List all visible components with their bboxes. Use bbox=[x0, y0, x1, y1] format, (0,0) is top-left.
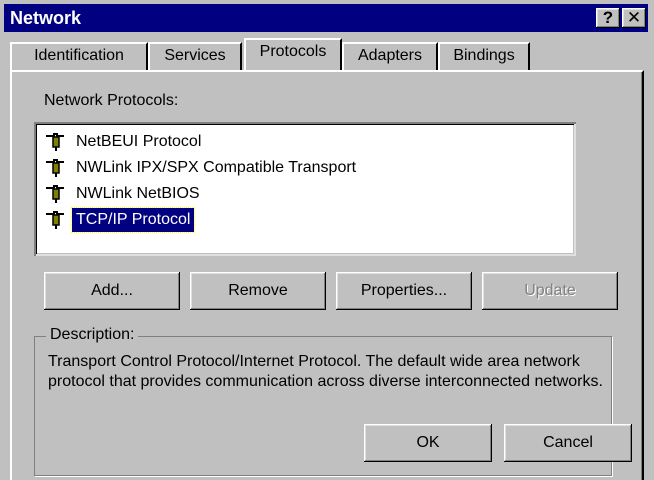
protocols-list[interactable]: NetBEUI Protocol NWLink IPX/SPX Compatib… bbox=[34, 122, 576, 256]
list-item-label: NWLink IPX/SPX Compatible Transport bbox=[76, 159, 357, 176]
cancel-button[interactable]: Cancel bbox=[504, 424, 632, 462]
tab-protocols[interactable]: Protocols bbox=[244, 38, 342, 70]
properties-button-label: Properties... bbox=[360, 282, 448, 299]
network-protocol-icon bbox=[46, 133, 64, 151]
network-protocol-icon bbox=[46, 159, 64, 177]
list-item-label: TCP/IP Protocol bbox=[70, 207, 196, 233]
tab-identification[interactable]: Identification bbox=[10, 42, 148, 70]
add-button[interactable]: Add... bbox=[44, 272, 180, 310]
tab-label: Protocols bbox=[259, 43, 327, 60]
tab-adapters[interactable]: Adapters bbox=[342, 42, 438, 70]
list-item-label: NWLink NetBIOS bbox=[76, 185, 200, 202]
list-item-label: NetBEUI Protocol bbox=[76, 133, 202, 150]
cancel-button-label: Cancel bbox=[543, 434, 593, 451]
close-button[interactable]: ✕ bbox=[622, 8, 646, 28]
network-dialog: Network ? ✕ Identification Services Prot… bbox=[0, 0, 654, 480]
tab-bindings[interactable]: Bindings bbox=[438, 42, 530, 70]
help-button[interactable]: ? bbox=[596, 8, 620, 28]
list-item[interactable]: NetBEUI Protocol bbox=[44, 130, 205, 154]
update-button: Update bbox=[482, 272, 618, 310]
tab-label: Services bbox=[164, 47, 226, 64]
ok-button[interactable]: OK bbox=[364, 424, 492, 462]
list-item[interactable]: NWLink IPX/SPX Compatible Transport bbox=[44, 156, 360, 180]
network-protocols-label: Network Protocols: bbox=[44, 92, 179, 109]
add-button-label: Add... bbox=[91, 282, 133, 299]
remove-button[interactable]: Remove bbox=[190, 272, 326, 310]
ok-button-label: OK bbox=[416, 434, 440, 451]
tab-label: Identification bbox=[34, 47, 124, 64]
list-item[interactable]: NWLink NetBIOS bbox=[44, 182, 204, 206]
update-button-label: Update bbox=[524, 282, 576, 299]
properties-button[interactable]: Properties... bbox=[336, 272, 472, 310]
remove-button-label: Remove bbox=[228, 282, 288, 299]
tab-label: Bindings bbox=[453, 47, 515, 64]
tab-services[interactable]: Services bbox=[148, 42, 242, 70]
list-item-selected[interactable]: TCP/IP Protocol bbox=[44, 207, 196, 233]
network-protocol-icon bbox=[46, 211, 64, 229]
title-bar[interactable]: Network ? ✕ bbox=[4, 4, 648, 32]
network-protocol-icon bbox=[46, 185, 64, 203]
tab-label: Adapters bbox=[357, 47, 423, 64]
window-title: Network bbox=[10, 8, 82, 28]
description-title: Description: bbox=[46, 326, 139, 344]
description-text: Transport Control Protocol/Internet Prot… bbox=[48, 353, 603, 390]
